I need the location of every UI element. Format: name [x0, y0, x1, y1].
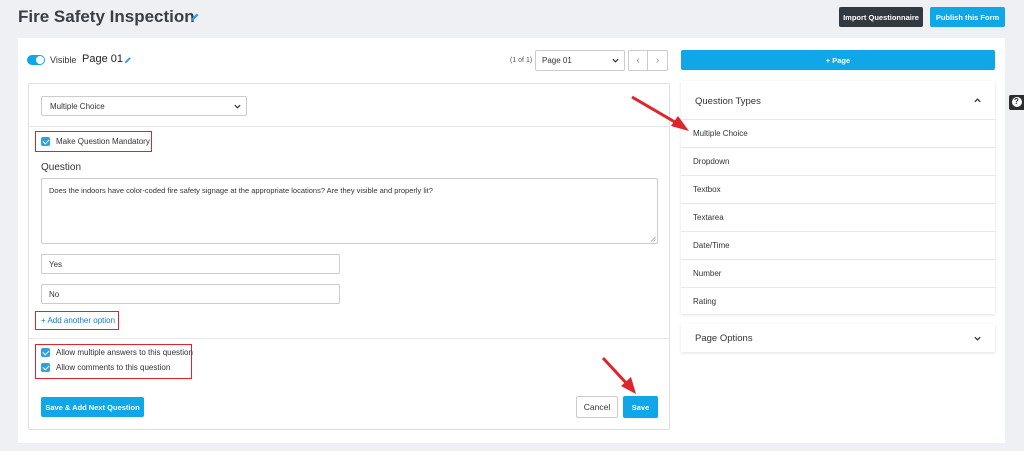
visible-label: Visible: [50, 55, 77, 65]
question-type-item[interactable]: Textbox: [681, 175, 995, 203]
resize-grip-icon[interactable]: [650, 236, 656, 242]
help-icon: ?: [1011, 97, 1022, 107]
previous-page-button[interactable]: ‹: [628, 50, 648, 71]
pencil-icon[interactable]: [124, 56, 132, 64]
allow-multiple-label: Allow multiple answers to this question: [56, 348, 193, 357]
page-select-value: Page 01: [542, 56, 572, 65]
add-page-button[interactable]: + Page: [681, 50, 995, 70]
allow-multiple-checkbox[interactable]: [41, 348, 50, 357]
divider: [29, 338, 669, 339]
question-text: Does the indoors have color-coded fire s…: [49, 186, 433, 195]
pencil-icon[interactable]: [190, 12, 200, 22]
question-types-title[interactable]: Question Types: [695, 96, 761, 107]
page-name: Page 01: [82, 53, 123, 65]
page-options-title[interactable]: Page Options: [695, 333, 753, 344]
chevron-down-icon: [234, 104, 241, 109]
divider: [29, 126, 669, 127]
allow-comments-label: Allow comments to this question: [56, 363, 171, 372]
page-select[interactable]: Page 01: [535, 50, 625, 71]
next-page-button[interactable]: ›: [648, 50, 668, 71]
question-type-item[interactable]: Dropdown: [681, 147, 995, 175]
page-title: Fire Safety Inspection: [18, 7, 195, 26]
top-bar: Fire Safety Inspection Import Questionna…: [0, 0, 1024, 38]
cancel-button[interactable]: Cancel: [576, 396, 618, 418]
option-input[interactable]: No: [41, 284, 340, 304]
page-options-panel[interactable]: Page Options: [681, 324, 995, 352]
question-type-item[interactable]: Number: [681, 259, 995, 287]
question-type-item[interactable]: Textarea: [681, 203, 995, 231]
import-questionnaire-button[interactable]: Import Questionnaire: [839, 7, 923, 27]
mandatory-checkbox[interactable]: [41, 137, 50, 146]
question-type-item[interactable]: Multiple Choice: [681, 119, 995, 147]
chevron-up-icon[interactable]: [973, 96, 982, 105]
allow-comments-checkbox[interactable]: [41, 363, 50, 372]
help-badge[interactable]: ?: [1009, 95, 1024, 110]
question-type-value: Multiple Choice: [50, 102, 105, 111]
add-option-link[interactable]: + Add another option: [41, 316, 115, 325]
save-button[interactable]: Save: [623, 396, 658, 418]
save-add-next-button[interactable]: Save & Add Next Question: [41, 397, 144, 417]
question-type-item[interactable]: Rating: [681, 287, 995, 315]
question-types-panel: Question Types Multiple Choice Dropdown …: [681, 81, 995, 314]
pager-count: (1 of 1): [510, 57, 533, 64]
chevron-down-icon[interactable]: [973, 334, 982, 343]
question-type-item[interactable]: Date/Time: [681, 231, 995, 259]
visible-toggle[interactable]: [27, 55, 45, 65]
option-input[interactable]: Yes: [41, 254, 340, 274]
mandatory-label: Make Question Mandatory: [56, 137, 150, 146]
chevron-down-icon: [612, 58, 619, 63]
question-label: Question: [41, 162, 82, 173]
question-textarea[interactable]: Does the indoors have color-coded fire s…: [41, 178, 658, 244]
publish-form-button[interactable]: Publish this Form: [930, 7, 1005, 27]
question-type-select[interactable]: Multiple Choice: [41, 96, 247, 116]
